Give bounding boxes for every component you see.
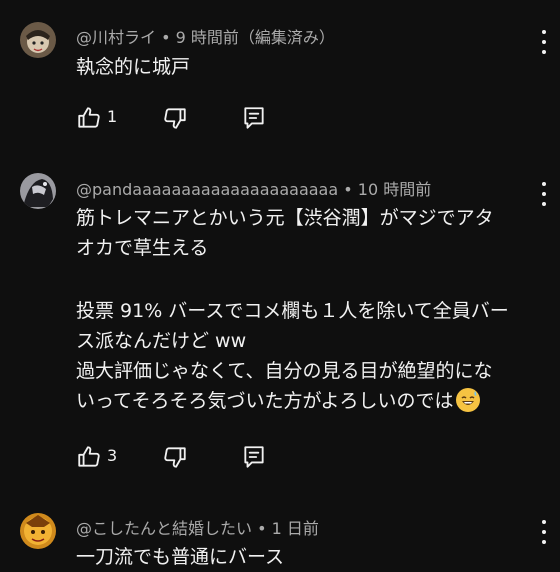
- reply-icon: [244, 446, 264, 468]
- thumb-up-icon: [78, 107, 100, 128]
- comment-line: オカで草生える: [76, 237, 209, 259]
- meta-separator: •: [343, 180, 353, 199]
- comment-line: [76, 263, 526, 293]
- comment-meta: @こしたんと結婚したい • 1 日前: [76, 515, 319, 539]
- comment-author[interactable]: @川村ライ: [76, 28, 156, 47]
- like-button[interactable]: 1: [76, 105, 117, 131]
- comment-line: 一刀流でも普通にバース: [76, 546, 285, 568]
- comment-line: 投票 91% バースでコメ欄も１人を除いて全員バー: [76, 300, 509, 322]
- more-vert-icon[interactable]: [536, 182, 552, 206]
- comment-line-text: いってそろそろ気づいた方がよろしいのでは: [76, 390, 454, 412]
- comment-time: 1 日前: [271, 519, 319, 538]
- thumb-up-icon: [78, 446, 100, 467]
- avatar[interactable]: [20, 22, 56, 58]
- dislike-button[interactable]: [162, 105, 188, 131]
- meta-separator: •: [161, 28, 171, 47]
- comment-line: 筋トレマニアとかいう元【渋谷潤】がマジでアタ: [76, 207, 494, 229]
- more-vert-icon[interactable]: [536, 520, 552, 544]
- comment-line: ス派なんだけど ww: [76, 330, 247, 352]
- thumb-down-icon: [164, 447, 186, 468]
- like-button[interactable]: 3: [76, 444, 117, 470]
- reply-button[interactable]: [241, 444, 267, 470]
- comment-meta: @pandaaaaaaaaaaaaaaaaaaaaa • 10 時間前: [76, 176, 431, 200]
- comment-text: 筋トレマニアとかいう元【渋谷潤】がマジでアタ オカで草生える 投票 91% バー…: [76, 203, 526, 416]
- avatar[interactable]: [20, 513, 56, 549]
- comment-author[interactable]: @こしたんと結婚したい: [76, 519, 252, 538]
- reply-button[interactable]: [241, 105, 267, 131]
- comment-line: 執念的に城戸: [76, 56, 191, 78]
- meta-separator: •: [257, 519, 267, 538]
- comment-line-last: いってそろそろ気づいた方がよろしいのでは: [76, 386, 526, 416]
- like-count: 1: [107, 107, 118, 126]
- like-count: 3: [107, 446, 118, 465]
- comment-meta: @川村ライ • 9 時間前（編集済み）: [76, 24, 335, 48]
- avatar[interactable]: [20, 173, 56, 209]
- comment-time: 9 時間前（編集済み）: [175, 28, 335, 47]
- comment-line: 過大評価じゃなくて、自分の見る目が絶望的にな: [76, 360, 493, 382]
- comment-text: 一刀流でも普通にバース: [76, 542, 526, 572]
- comment-text: 執念的に城戸: [76, 52, 526, 82]
- more-vert-icon[interactable]: [536, 30, 552, 54]
- comment-author[interactable]: @pandaaaaaaaaaaaaaaaaaaaaa: [76, 180, 338, 199]
- thumb-down-icon: [164, 108, 186, 129]
- grinning-sweat-emoji: [455, 388, 480, 412]
- dislike-button[interactable]: [162, 444, 188, 470]
- comment-time: 10 時間前: [357, 180, 432, 199]
- reply-icon: [244, 107, 264, 129]
